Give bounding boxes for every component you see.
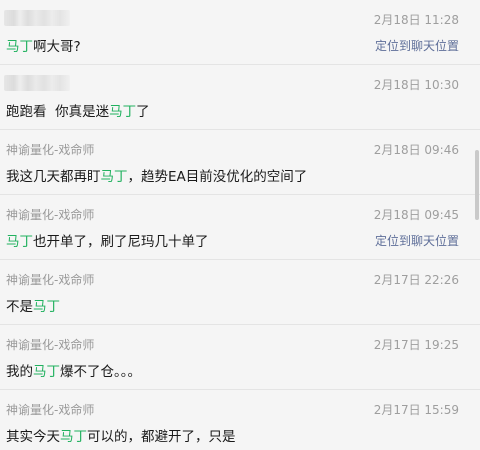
message-text-post: 了 <box>136 104 150 120</box>
message-text-post: 啊大哥? <box>33 39 81 55</box>
message-text-pre: 跑跑看 你真是迷 <box>6 104 110 120</box>
scrollbar[interactable] <box>472 0 480 450</box>
search-result-item[interactable]: 神谕量化-戏命师 2月18日 09:46 我这几天都再盯马丁，趋势EA目前没优化… <box>0 130 480 195</box>
locate-in-chat-link[interactable]: 定位到聊天位置 <box>375 37 459 54</box>
message-time: 2月18日 09:46 <box>373 143 459 157</box>
message-text-pre: 我的 <box>6 364 33 380</box>
search-result-item[interactable]: 神谕量化-戏命师 2月17日 19:25 我的马丁爆不了仓。。。 <box>0 325 480 390</box>
blurred-avatar-name <box>4 75 70 91</box>
keyword-highlight: 马丁 <box>33 364 60 380</box>
sender-name: 神谕量化-戏命师 <box>6 143 95 157</box>
message-time: 2月18日 09:45 <box>373 208 459 222</box>
message-time: 2月17日 22:26 <box>373 273 459 287</box>
search-result-item[interactable]: 2月18日 11:28 马丁啊大哥? 定位到聊天位置 <box>0 0 480 65</box>
scrollbar-thumb[interactable] <box>475 150 479 220</box>
search-result-item[interactable]: 神谕量化-戏命师 2月17日 15:59 其实今天马丁可以的，都避开了，只是 <box>0 390 480 450</box>
keyword-highlight: 马丁 <box>6 234 33 250</box>
message-text: 不是马丁 <box>6 295 60 315</box>
keyword-highlight: 马丁 <box>33 299 60 315</box>
locate-in-chat-link[interactable]: 定位到聊天位置 <box>375 232 459 249</box>
message-text-pre: 不是 <box>6 299 33 315</box>
message-text: 马丁啊大哥? <box>6 35 81 55</box>
message-text-pre: 其实今天 <box>6 429 60 445</box>
message-time: 2月17日 19:25 <box>373 338 459 352</box>
message-text-post: 也开单了，刷了尼玛几十单了 <box>33 234 209 250</box>
message-text-post: 可以的，都避开了，只是 <box>87 429 236 445</box>
search-result-item[interactable]: 神谕量化-戏命师 2月17日 22:26 不是马丁 <box>0 260 480 325</box>
message-time: 2月17日 15:59 <box>373 403 459 417</box>
sender-name: 神谕量化-戏命师 <box>6 208 95 222</box>
keyword-highlight: 马丁 <box>109 104 137 120</box>
search-result-item[interactable]: 神谕量化-戏命师 2月18日 09:45 马丁也开单了，刷了尼玛几十单了 定位到… <box>0 195 480 260</box>
message-text-post: ，趋势EA目前没优化的空间了 <box>127 169 308 185</box>
message-text: 马丁也开单了，刷了尼玛几十单了 <box>6 230 209 250</box>
search-result-item[interactable]: 2月18日 10:30 跑跑看 你真是迷马丁了 <box>0 65 480 130</box>
message-text: 跑跑看 你真是迷马丁了 <box>6 100 150 120</box>
search-results-list: 2月18日 11:28 马丁啊大哥? 定位到聊天位置 2月18日 10:30 跑… <box>0 0 480 450</box>
message-time: 2月18日 10:30 <box>373 78 459 92</box>
sender-name: 神谕量化-戏命师 <box>6 403 95 417</box>
sender-name: 神谕量化-戏命师 <box>6 273 95 287</box>
message-text-pre: 我这几天都再盯 <box>6 169 101 185</box>
keyword-highlight: 马丁 <box>100 169 128 185</box>
blurred-avatar-name <box>4 10 70 26</box>
keyword-highlight: 马丁 <box>60 429 87 445</box>
keyword-highlight: 马丁 <box>6 39 33 55</box>
message-text: 我这几天都再盯马丁，趋势EA目前没优化的空间了 <box>6 165 307 185</box>
message-text-post: 爆不了仓。。。 <box>60 364 141 380</box>
message-text: 我的马丁爆不了仓。。。 <box>6 360 141 380</box>
message-time: 2月18日 11:28 <box>373 13 459 27</box>
sender-name: 神谕量化-戏命师 <box>6 338 95 352</box>
message-text: 其实今天马丁可以的，都避开了，只是 <box>6 425 236 445</box>
